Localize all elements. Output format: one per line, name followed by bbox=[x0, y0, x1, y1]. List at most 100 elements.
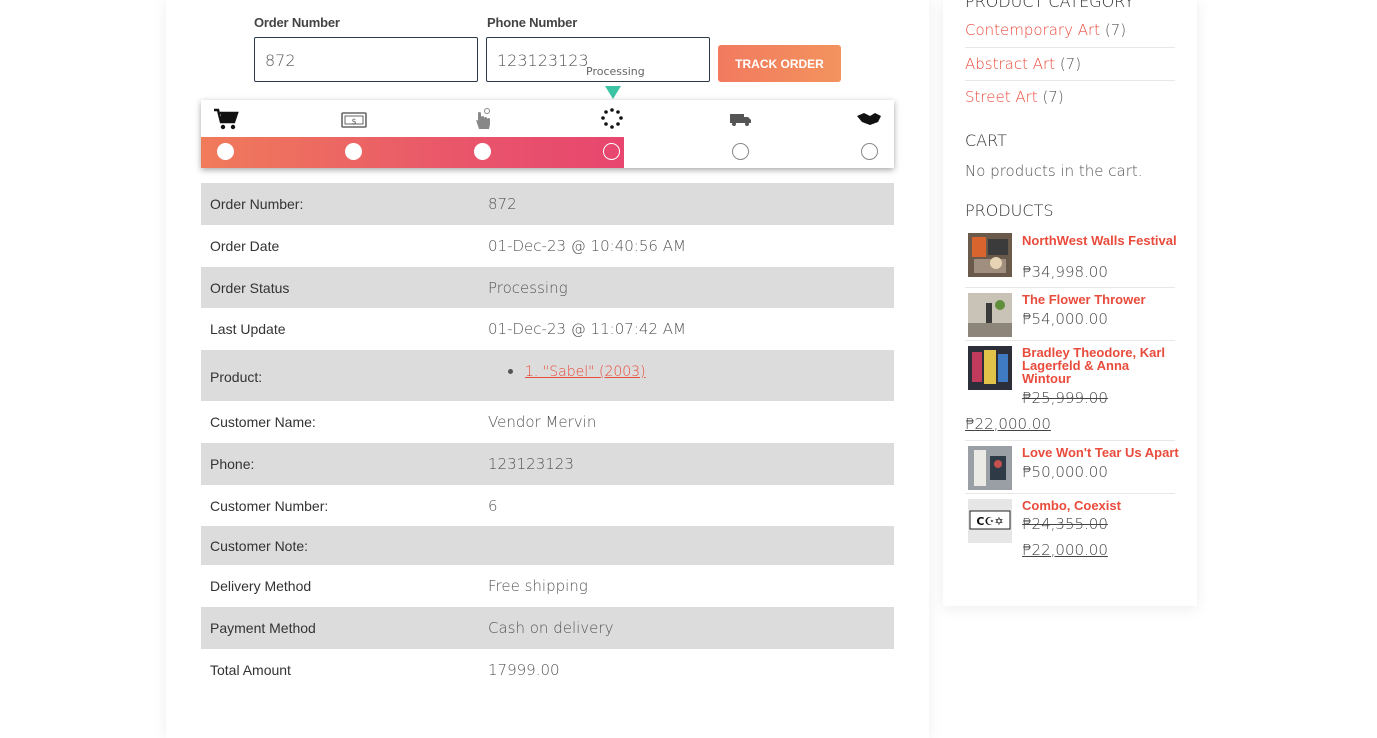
product-item[interactable]: Love Won't Tear Us Apart ₱50,000.00 bbox=[965, 446, 1179, 492]
products-heading: PRODUCTS bbox=[965, 201, 1054, 220]
cart-heading: CART bbox=[965, 131, 1007, 150]
step-radio-processing[interactable] bbox=[603, 143, 620, 160]
table-row: Order Number: 872 bbox=[201, 183, 894, 225]
product-item[interactable]: The Flower Thrower ₱54,000.00 bbox=[965, 293, 1175, 339]
row-label: Payment Method bbox=[210, 620, 316, 636]
category-name[interactable]: Contemporary Art bbox=[965, 21, 1100, 39]
row-value: 17999.00 bbox=[488, 660, 560, 679]
spinner-icon bbox=[601, 108, 623, 129]
divider bbox=[965, 440, 1175, 441]
product-list: 1. "Sabel" (2003) bbox=[488, 350, 894, 380]
step-radio-paid[interactable] bbox=[345, 143, 362, 160]
table-row: Order Date 01-Dec-23 @ 10:40:56 AM bbox=[201, 225, 894, 267]
category-count: (7) bbox=[1059, 55, 1082, 73]
product-price: ₱22,000.00 bbox=[1022, 541, 1108, 559]
row-label: Delivery Method bbox=[210, 578, 312, 594]
table-row: Delivery Method Free shipping bbox=[201, 565, 894, 607]
product-price: ₱50,000.00 bbox=[1022, 463, 1108, 481]
order-details-table: Order Number: 872 Order Date 01-Dec-23 @… bbox=[201, 183, 894, 690]
category-heading: PRODUCT CATEGORY bbox=[965, 0, 1135, 11]
svg-text:$: $ bbox=[351, 117, 356, 126]
row-label: Product: bbox=[210, 369, 263, 385]
product-price: ₱34,998.00 bbox=[1022, 263, 1108, 281]
row-value: Cash on delivery bbox=[488, 619, 614, 637]
row-value: 01-Dec-23 @ 10:40:56 AM bbox=[488, 237, 686, 255]
category-name[interactable]: Abstract Art bbox=[965, 55, 1055, 73]
row-value: 01-Dec-23 @ 11:07:42 AM bbox=[488, 320, 686, 338]
list-bullet bbox=[508, 369, 513, 374]
cart-empty-message: No products in the cart. bbox=[965, 162, 1143, 180]
table-row: Customer Number: 6 bbox=[201, 485, 894, 526]
divider bbox=[965, 80, 1175, 81]
step-radio-ordered[interactable] bbox=[217, 143, 234, 160]
step-radio-shipping[interactable] bbox=[732, 143, 749, 160]
order-number-input[interactable]: 872 bbox=[254, 37, 478, 82]
product-title[interactable]: The Flower Thrower bbox=[1022, 293, 1182, 306]
cash-icon: $ bbox=[341, 112, 367, 128]
current-step-pointer-icon bbox=[605, 86, 621, 99]
product-item[interactable]: Bradley Theodore, Karl Lagerfeld & Anna … bbox=[965, 346, 1175, 438]
product-title[interactable]: NorthWest Walls Festival bbox=[1022, 234, 1182, 247]
product-item[interactable]: NorthWest Walls Festival ₱34,998.00 bbox=[965, 233, 1177, 283]
product-old-price: ₱24,355.00 bbox=[1022, 515, 1108, 533]
product-title[interactable]: Combo, Coexist bbox=[1022, 499, 1182, 512]
product-link[interactable]: 1. "Sabel" (2003) bbox=[525, 364, 646, 380]
row-value: Processing bbox=[488, 278, 568, 297]
category-item[interactable]: Abstract Art (7) bbox=[965, 55, 1175, 73]
row-label: Phone: bbox=[210, 456, 255, 472]
track-order-button[interactable]: TRACK ORDER bbox=[718, 45, 841, 82]
step-radio-confirmed[interactable] bbox=[474, 143, 491, 160]
product-thumbnail[interactable] bbox=[968, 446, 1012, 490]
table-row: Total Amount 17999.00 bbox=[201, 649, 894, 690]
svg-text:C☪✡: C☪✡ bbox=[976, 515, 1003, 528]
category-item[interactable]: Contemporary Art (7) bbox=[965, 21, 1175, 39]
hand-pointer-icon bbox=[476, 108, 490, 129]
sidebar: PRODUCT CATEGORY Contemporary Art (7) Ab… bbox=[943, 0, 1197, 606]
product-title[interactable]: Love Won't Tear Us Apart bbox=[1022, 446, 1182, 459]
row-value: Free shipping bbox=[488, 577, 588, 595]
category-count: (7) bbox=[1104, 21, 1127, 39]
row-value: Vendor Mervin bbox=[488, 413, 597, 431]
divider bbox=[965, 47, 1175, 48]
row-value: 123123123 bbox=[488, 455, 574, 473]
product-thumbnail[interactable]: C☪✡ bbox=[968, 499, 1012, 543]
truck-icon bbox=[730, 114, 751, 126]
table-row: Order Status Processing bbox=[201, 267, 894, 308]
table-row: Customer Note: bbox=[201, 526, 894, 565]
table-row: Phone: 123123123 bbox=[201, 443, 894, 485]
category-count: (7) bbox=[1042, 88, 1064, 106]
product-thumbnail[interactable] bbox=[968, 346, 1012, 390]
product-thumbnail[interactable] bbox=[968, 293, 1012, 337]
handshake-icon bbox=[857, 113, 881, 125]
row-label: Total Amount bbox=[210, 661, 291, 678]
row-label: Order Status bbox=[210, 279, 290, 296]
table-row: Product: 1. "Sabel" (2003) bbox=[201, 350, 894, 401]
product-price: ₱54,000.00 bbox=[1022, 310, 1108, 328]
row-label: Order Number: bbox=[210, 196, 304, 212]
order-progress-tracker: $ bbox=[201, 100, 894, 168]
table-row: Payment Method Cash on delivery bbox=[201, 607, 894, 649]
row-value: 872 bbox=[488, 195, 517, 213]
product-old-price: ₱25,999.00 bbox=[1022, 389, 1108, 407]
row-label: Order Date bbox=[210, 238, 280, 254]
product-title[interactable]: Bradley Theodore, Karl Lagerfeld & Anna … bbox=[1022, 346, 1172, 385]
order-number-label: Order Number bbox=[254, 15, 340, 30]
category-name[interactable]: Street Art bbox=[965, 88, 1038, 106]
row-label: Customer Name: bbox=[210, 414, 316, 430]
product-item[interactable]: C☪✡ Combo, Coexist ₱24,355.00 ₱22,000.00 bbox=[965, 499, 1175, 565]
row-label: Last Update bbox=[210, 321, 286, 337]
divider bbox=[965, 493, 1175, 494]
table-row: Last Update 01-Dec-23 @ 11:07:42 AM bbox=[201, 308, 894, 350]
phone-number-label: Phone Number bbox=[487, 15, 578, 30]
processing-hint: Processing bbox=[586, 65, 645, 78]
cart-icon bbox=[214, 108, 239, 130]
divider bbox=[965, 287, 1175, 288]
category-item[interactable]: Street Art (7) bbox=[965, 88, 1175, 106]
row-label: Customer Note: bbox=[210, 537, 309, 554]
progress-bar bbox=[201, 137, 624, 168]
table-row: Customer Name: Vendor Mervin bbox=[201, 401, 894, 443]
step-radio-delivered[interactable] bbox=[861, 143, 878, 160]
product-price: ₱22,000.00 bbox=[965, 415, 1051, 433]
row-label: Customer Number: bbox=[210, 497, 329, 514]
product-thumbnail[interactable] bbox=[968, 233, 1012, 277]
